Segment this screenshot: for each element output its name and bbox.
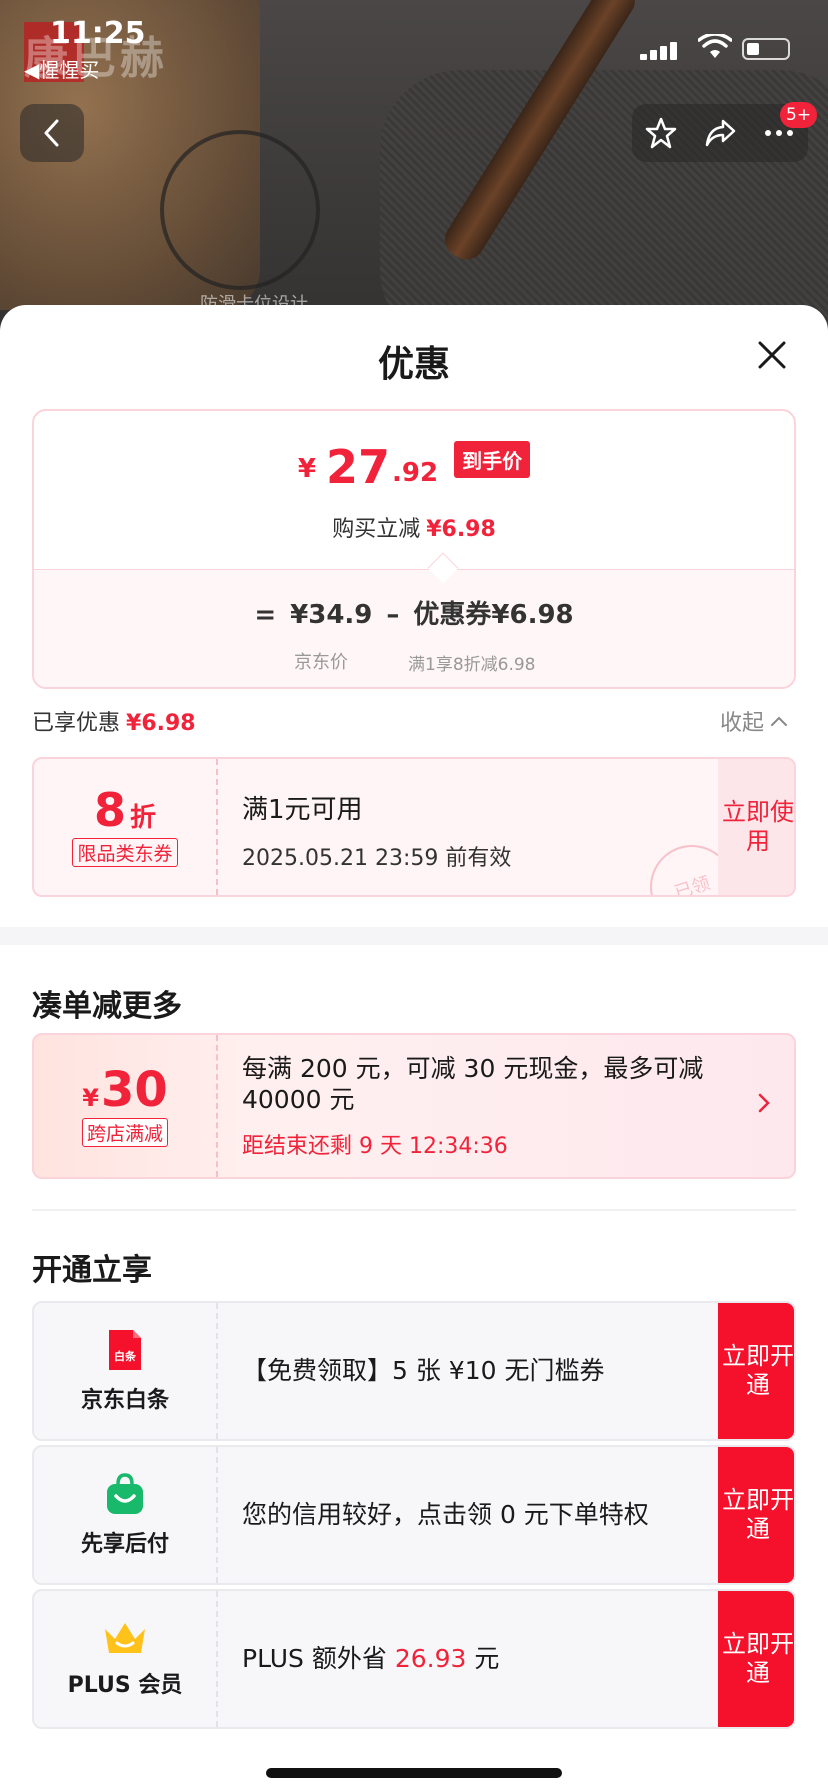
crown-icon (105, 1623, 145, 1653)
shopping-bag-icon (107, 1473, 143, 1514)
chevron-up-icon (771, 716, 788, 726)
cellular-signal-icon (640, 40, 680, 60)
sheet-title: 优惠 (377, 344, 450, 385)
coupon-type-badge: 限品类东券 (72, 838, 178, 867)
home-indicator (266, 1768, 562, 1778)
pay-later-brand: 先享后付 (34, 1447, 218, 1583)
baitiao-brand: 白条 京东白条 (34, 1303, 218, 1439)
wifi-icon (698, 34, 732, 58)
message-badge: 5+ (780, 102, 818, 128)
star-icon[interactable] (644, 116, 678, 150)
back-to-app-link[interactable]: ◀惺惺买 (24, 54, 99, 83)
collapse-button[interactable]: 收起 (720, 705, 788, 737)
plus-card: PLUS 会员 PLUS 额外省 26.93 元 立即开通 (32, 1589, 796, 1729)
enjoyed-discount: 已享优惠 ¥6.98 (32, 705, 196, 737)
baitiao-open-button[interactable]: 立即开通 (718, 1303, 794, 1439)
final-price: ¥ 27 .92 到手价 (34, 441, 794, 490)
plus-description: PLUS 额外省 26.93 元 (242, 1591, 682, 1727)
instant-reduction: 购买立减 ¥6.98 (34, 511, 794, 543)
baitiao-icon: 白条 (109, 1330, 141, 1370)
coupon-validity: 2025.05.21 23:59 前有效 (242, 846, 512, 871)
promo-value: ¥ 30 (82, 1066, 168, 1114)
baitiao-name: 京东白条 (80, 1388, 169, 1413)
pay-later-description: 您的信用较好，点击领 0 元下单特权 (242, 1499, 649, 1529)
rack-image (160, 130, 320, 290)
price-formula-area: = ¥34.9 – 优惠券¥6.98 京东价 满1享8折减6.98 (34, 569, 794, 687)
price-formula: = ¥34.9 – 优惠券¥6.98 (34, 594, 794, 631)
price-decimal: .92 (392, 458, 439, 488)
battery-icon (742, 38, 790, 60)
baitiao-card: 白条 京东白条 【免费领取】5 张 ¥10 无门槛券 立即开通 (32, 1301, 796, 1441)
coupon-info: 满1元可用 2025.05.21 23:59 前有效 (242, 789, 511, 872)
coupon-condition: 满1元可用 (242, 795, 363, 825)
price-currency: ¥ (297, 454, 316, 484)
plus-brand: PLUS 会员 (34, 1591, 218, 1727)
promo-countdown: 距结束还剩 9 天 12:34:36 (242, 1133, 508, 1159)
discount-sheet: 优惠 ¥ 27 .92 到手价 购买立减 ¥6.98 = ¥34.9 – 优惠券¥… (0, 305, 828, 1792)
promo-description: 每满 200 元，可减 30 元现金，最多可减 40000 元 (242, 1054, 704, 1115)
enjoyed-amount: ¥6.98 (126, 711, 196, 736)
promo-amount: 30 (100, 1061, 168, 1118)
coupon-value-area: 8 折 限品类东券 (34, 759, 218, 895)
collapse-label: 收起 (720, 711, 765, 736)
coupon-deduction: 优惠券¥6.98 (413, 600, 574, 630)
jd-price-label: 京东价 (294, 652, 348, 673)
baitiao-icon-text: 白条 (114, 1349, 137, 1363)
price-breakdown-card: ¥ 27 .92 到手价 购买立减 ¥6.98 = ¥34.9 – 优惠券¥6.9… (32, 409, 796, 689)
share-icon[interactable] (703, 116, 737, 150)
final-price-area: ¥ 27 .92 到手价 购买立减 ¥6.98 (34, 411, 794, 569)
promo-type-badge: 跨店满减 (81, 1117, 168, 1147)
coupon-discount-number: 8 (93, 783, 126, 837)
promo-section-title: 凑单减更多 (32, 989, 182, 1024)
enjoyed-label: 已享优惠 (32, 711, 121, 736)
promo-value-area: ¥ 30 跨店满减 (34, 1035, 218, 1177)
pay-later-name: 先享后付 (80, 1532, 169, 1557)
promo-info: 每满 200 元，可减 30 元现金，最多可减 40000 元 距结束还剩 9 … (242, 1053, 752, 1160)
use-coupon-button[interactable]: 立即使用 (718, 759, 794, 895)
chevron-right-icon (758, 1093, 770, 1113)
plus-desc-suffix: 元 (466, 1643, 500, 1673)
plus-name: PLUS 会员 (67, 1673, 183, 1698)
plus-desc-prefix: PLUS 额外省 (242, 1643, 395, 1673)
pay-later-card: 先享后付 您的信用较好，点击领 0 元下单特权 立即开通 (32, 1445, 796, 1585)
price-integer: 27 (326, 440, 391, 494)
back-button[interactable] (20, 104, 84, 162)
formula-minus: – (386, 600, 400, 630)
reduction-amount: ¥6.98 (426, 517, 496, 542)
open-section-title: 开通立享 (32, 1253, 152, 1288)
status-time: 11:25 (50, 16, 146, 51)
coupon-card: 8 折 限品类东券 满1元可用 2025.05.21 23:59 前有效 已领 … (32, 757, 796, 897)
promo-currency: ¥ (82, 1083, 99, 1112)
jd-price: ¥34.9 (290, 600, 373, 630)
reduction-label: 购买立减 (332, 517, 421, 542)
coupon-value: 8 折 (94, 787, 156, 834)
final-price-tag: 到手价 (454, 441, 531, 478)
formula-equals: = (254, 600, 277, 630)
coupon-discount-unit: 折 (130, 803, 157, 833)
plus-desc-amount: 26.93 (394, 1643, 467, 1673)
section-rule (32, 1209, 796, 1211)
status-bar: 11:25 ◀惺惺买 (0, 0, 828, 90)
section-divider (0, 927, 828, 945)
chevron-left-icon (44, 119, 59, 147)
cross-store-promo-card[interactable]: ¥ 30 跨店满减 每满 200 元，可减 30 元现金，最多可减 40000 … (32, 1033, 796, 1179)
coupon-deduction-label: 满1享8折减6.98 (408, 655, 536, 675)
pay-later-open-button[interactable]: 立即开通 (718, 1447, 794, 1583)
baitiao-description: 【免费领取】5 张 ¥10 无门槛券 (242, 1355, 605, 1385)
close-icon[interactable] (752, 335, 792, 375)
plus-open-button[interactable]: 立即开通 (718, 1591, 794, 1727)
